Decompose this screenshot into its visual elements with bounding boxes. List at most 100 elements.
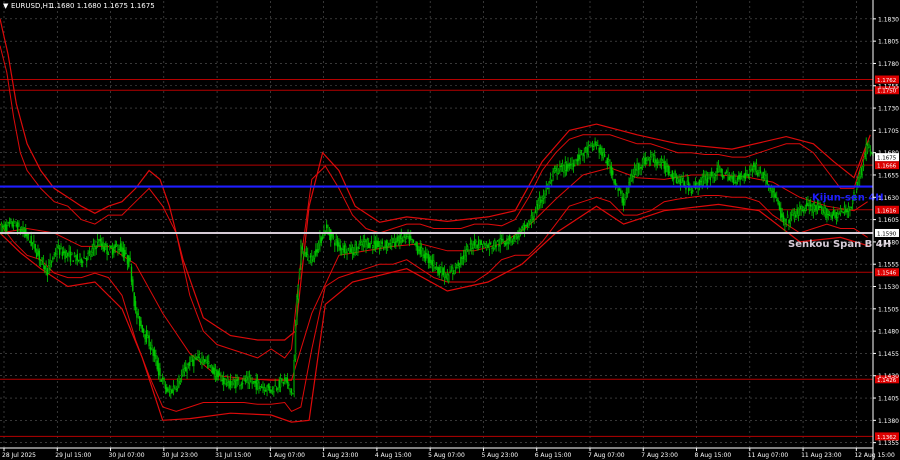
candle-body — [765, 175, 767, 183]
candle-body — [56, 250, 58, 256]
candle-body — [456, 266, 458, 269]
candle-body — [64, 250, 66, 260]
candle-body — [368, 242, 370, 249]
candle-body — [742, 175, 744, 178]
candle-body — [67, 252, 69, 257]
collapse-triangle-icon[interactable]: ▼ — [3, 2, 9, 10]
candle-body — [570, 164, 572, 166]
candle-body — [31, 242, 34, 244]
candle-body — [415, 241, 417, 247]
candle-body — [652, 158, 655, 163]
candle-body — [861, 166, 863, 175]
candle-body — [701, 177, 703, 186]
candle-body — [454, 263, 457, 268]
price-chart[interactable]: 1.17621.17501.16661.16161.15461.14261.13… — [0, 0, 900, 460]
candle-body — [218, 373, 221, 376]
candle-body — [206, 361, 209, 363]
candle-body — [622, 198, 625, 206]
candle-body — [789, 217, 792, 224]
y-tick-label: 1.1705 — [878, 128, 899, 135]
y-tick-label: 1.1430 — [878, 373, 899, 380]
candle-body — [239, 385, 241, 387]
symbol-label: EURUSD,H1 — [11, 2, 52, 10]
candle-body — [728, 176, 731, 180]
candle-body — [860, 167, 862, 178]
candle-body — [6, 224, 8, 232]
candle-body — [717, 164, 720, 172]
candle-body — [201, 357, 203, 364]
candle-body — [34, 243, 36, 252]
candle-body — [161, 377, 164, 379]
candle-body — [819, 205, 821, 209]
candle-body — [405, 236, 408, 238]
candle-body — [666, 162, 668, 168]
candle-body — [757, 172, 759, 176]
candle-body — [449, 271, 451, 274]
candle-body — [60, 246, 62, 249]
candle-body — [612, 170, 614, 176]
candle-body — [208, 361, 210, 364]
y-tick-label: 1.1380 — [878, 418, 899, 425]
candle-body — [710, 171, 713, 176]
candle-body — [426, 253, 428, 255]
candle-body — [381, 241, 383, 244]
candle-body — [761, 177, 763, 179]
candle-body — [578, 154, 580, 161]
candle-body — [385, 240, 388, 249]
candle-body — [617, 188, 619, 191]
x-tick-label: 29 Jul 15:00 — [55, 452, 91, 459]
candle-body — [99, 239, 102, 242]
candle-body — [529, 220, 531, 225]
candle-body — [103, 247, 106, 252]
candle-body — [81, 261, 84, 263]
candle-body — [702, 176, 705, 182]
candle-body — [228, 381, 230, 389]
candle-body — [658, 161, 660, 163]
candle-body — [50, 261, 53, 263]
candle-body — [189, 361, 191, 366]
candle-body — [7, 222, 9, 224]
candle-body — [814, 205, 816, 210]
candle-body — [797, 207, 800, 216]
candle-body — [631, 174, 633, 182]
candle-body — [509, 235, 511, 242]
candle-body — [182, 369, 184, 377]
candle-body — [441, 266, 443, 276]
candle-body — [171, 389, 173, 393]
candle-body — [713, 174, 716, 178]
candle-body — [690, 191, 693, 194]
candle-body — [553, 168, 556, 174]
candle-body — [655, 159, 657, 166]
candle-body — [831, 214, 834, 219]
candle-body — [468, 249, 470, 255]
candle-body — [87, 252, 89, 255]
candle-body — [753, 163, 755, 167]
candle-body — [186, 368, 188, 373]
candle-body — [846, 210, 848, 213]
candle-body — [746, 170, 748, 175]
candle-body — [160, 379, 163, 382]
candle-body — [739, 173, 741, 181]
candle-body — [344, 245, 347, 253]
candle-body — [168, 391, 171, 393]
candle-body — [216, 369, 218, 381]
candle-body — [503, 242, 505, 245]
candle-body — [548, 181, 550, 190]
candle-body — [95, 247, 97, 249]
candle-body — [214, 370, 217, 377]
candle-body — [156, 360, 158, 370]
candle-body — [649, 156, 652, 160]
candle-body — [54, 252, 57, 255]
candle-body — [759, 170, 762, 174]
candle-body — [365, 241, 367, 247]
candle-body — [178, 376, 180, 387]
candle-body — [774, 194, 777, 198]
x-tick-label: 5 Aug 07:00 — [428, 452, 465, 459]
candle-body — [799, 205, 801, 210]
candle-body — [100, 243, 103, 247]
x-tick-label: 8 Aug 15:00 — [695, 452, 732, 459]
candle-body — [453, 270, 455, 274]
candle-body — [624, 199, 626, 203]
candle-body — [264, 389, 267, 392]
candle-body — [148, 335, 150, 347]
